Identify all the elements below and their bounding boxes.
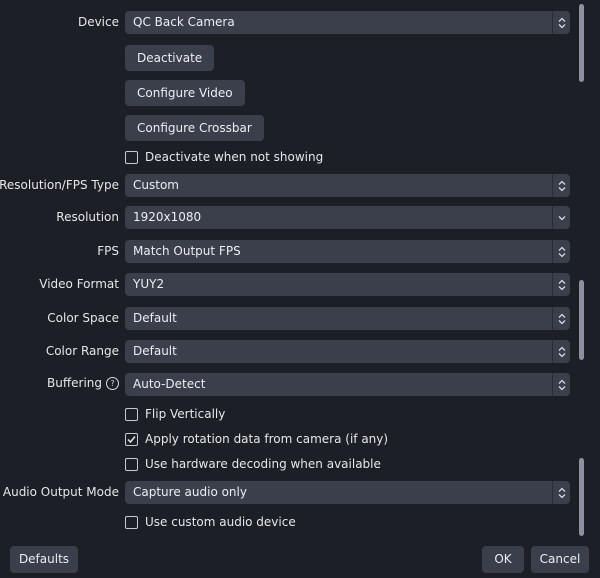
checkbox-box[interactable] — [125, 457, 138, 471]
video-format-select[interactable]: YUY2 — [125, 273, 570, 296]
scrollbar-top[interactable] — [578, 0, 586, 85]
properties-dialog: Device QC Back Camera Deactivate Configu… — [0, 0, 600, 578]
color-range-select[interactable]: Default — [125, 340, 570, 363]
updown-arrows-icon — [552, 273, 570, 296]
color-space-value: Default — [133, 311, 177, 325]
resolution-fps-type-label: Resolution/FPS Type — [0, 178, 119, 192]
resolution-fps-type-select[interactable]: Custom — [125, 174, 570, 197]
video-format-label: Video Format — [39, 277, 119, 291]
audio-output-mode-label: Audio Output Mode — [2, 485, 119, 499]
device-label: Device — [77, 15, 119, 29]
color-space-select[interactable]: Default — [125, 307, 570, 330]
checkbox-box[interactable] — [125, 150, 138, 164]
color-space-label: Color Space — [47, 311, 119, 325]
help-icon[interactable]: ? — [106, 377, 119, 390]
configure-video-button[interactable]: Configure Video — [125, 80, 245, 106]
defaults-button[interactable]: Defaults — [10, 546, 78, 573]
device-value: QC Back Camera — [133, 15, 235, 29]
buffering-value: Auto-Detect — [133, 377, 206, 391]
color-range-label: Color Range — [45, 344, 119, 358]
scrollbar-thumb[interactable] — [579, 280, 584, 360]
buffering-select[interactable]: Auto-Detect — [125, 373, 570, 396]
scrollbar-bottom[interactable] — [578, 456, 586, 538]
updown-arrows-icon — [552, 174, 570, 197]
custom-audio-device-label: Use custom audio device — [145, 515, 296, 529]
scrollbar-middle[interactable] — [578, 278, 586, 364]
hardware-decoding-checkbox[interactable]: Use hardware decoding when available — [125, 456, 381, 472]
scrollbar-thumb[interactable] — [579, 4, 584, 82]
deactivate-button[interactable]: Deactivate — [125, 45, 215, 71]
updown-arrows-icon — [552, 373, 570, 396]
fps-value: Match Output FPS — [133, 244, 241, 258]
updown-arrows-icon — [552, 307, 570, 330]
flip-vertically-checkbox[interactable]: Flip Vertically — [125, 406, 225, 422]
buffering-label: Buffering — [47, 376, 102, 390]
fps-select[interactable]: Match Output FPS — [125, 240, 570, 263]
audio-output-mode-value: Capture audio only — [133, 485, 247, 499]
apply-rotation-label: Apply rotation data from camera (if any) — [145, 432, 389, 446]
ok-button[interactable]: OK — [482, 546, 524, 573]
resolution-fps-type-value: Custom — [133, 178, 179, 192]
deactivate-when-not-showing-label: Deactivate when not showing — [145, 150, 324, 164]
checkmark-icon — [127, 435, 136, 443]
fps-label: FPS — [97, 244, 119, 258]
resolution-label: Resolution — [56, 210, 119, 224]
configure-crossbar-button[interactable]: Configure Crossbar — [125, 115, 264, 141]
cancel-button[interactable]: Cancel — [531, 546, 589, 573]
checkbox-checked-box[interactable] — [125, 432, 138, 446]
resolution-select[interactable]: 1920x1080 — [125, 206, 570, 229]
custom-audio-device-checkbox[interactable]: Use custom audio device — [125, 514, 296, 530]
color-range-value: Default — [133, 344, 177, 358]
updown-arrows-icon — [552, 240, 570, 263]
deactivate-when-not-showing-checkbox[interactable]: Deactivate when not showing — [125, 149, 323, 165]
checkbox-box[interactable] — [125, 515, 138, 529]
video-format-value: YUY2 — [133, 277, 165, 291]
checkbox-box[interactable] — [125, 407, 138, 421]
hardware-decoding-label: Use hardware decoding when available — [145, 457, 381, 471]
audio-output-mode-select[interactable]: Capture audio only — [125, 481, 570, 504]
device-select[interactable]: QC Back Camera — [125, 11, 570, 34]
apply-rotation-checkbox[interactable]: Apply rotation data from camera (if any) — [125, 431, 388, 447]
buffering-label-row: Buffering? — [47, 376, 119, 390]
updown-arrows-icon — [552, 11, 570, 34]
resolution-value: 1920x1080 — [133, 210, 202, 224]
scrollbar-thumb[interactable] — [579, 458, 584, 536]
updown-arrows-icon — [552, 340, 570, 363]
flip-vertically-label: Flip Vertically — [145, 407, 226, 421]
chevron-down-icon — [552, 206, 570, 229]
updown-arrows-icon — [552, 481, 570, 504]
